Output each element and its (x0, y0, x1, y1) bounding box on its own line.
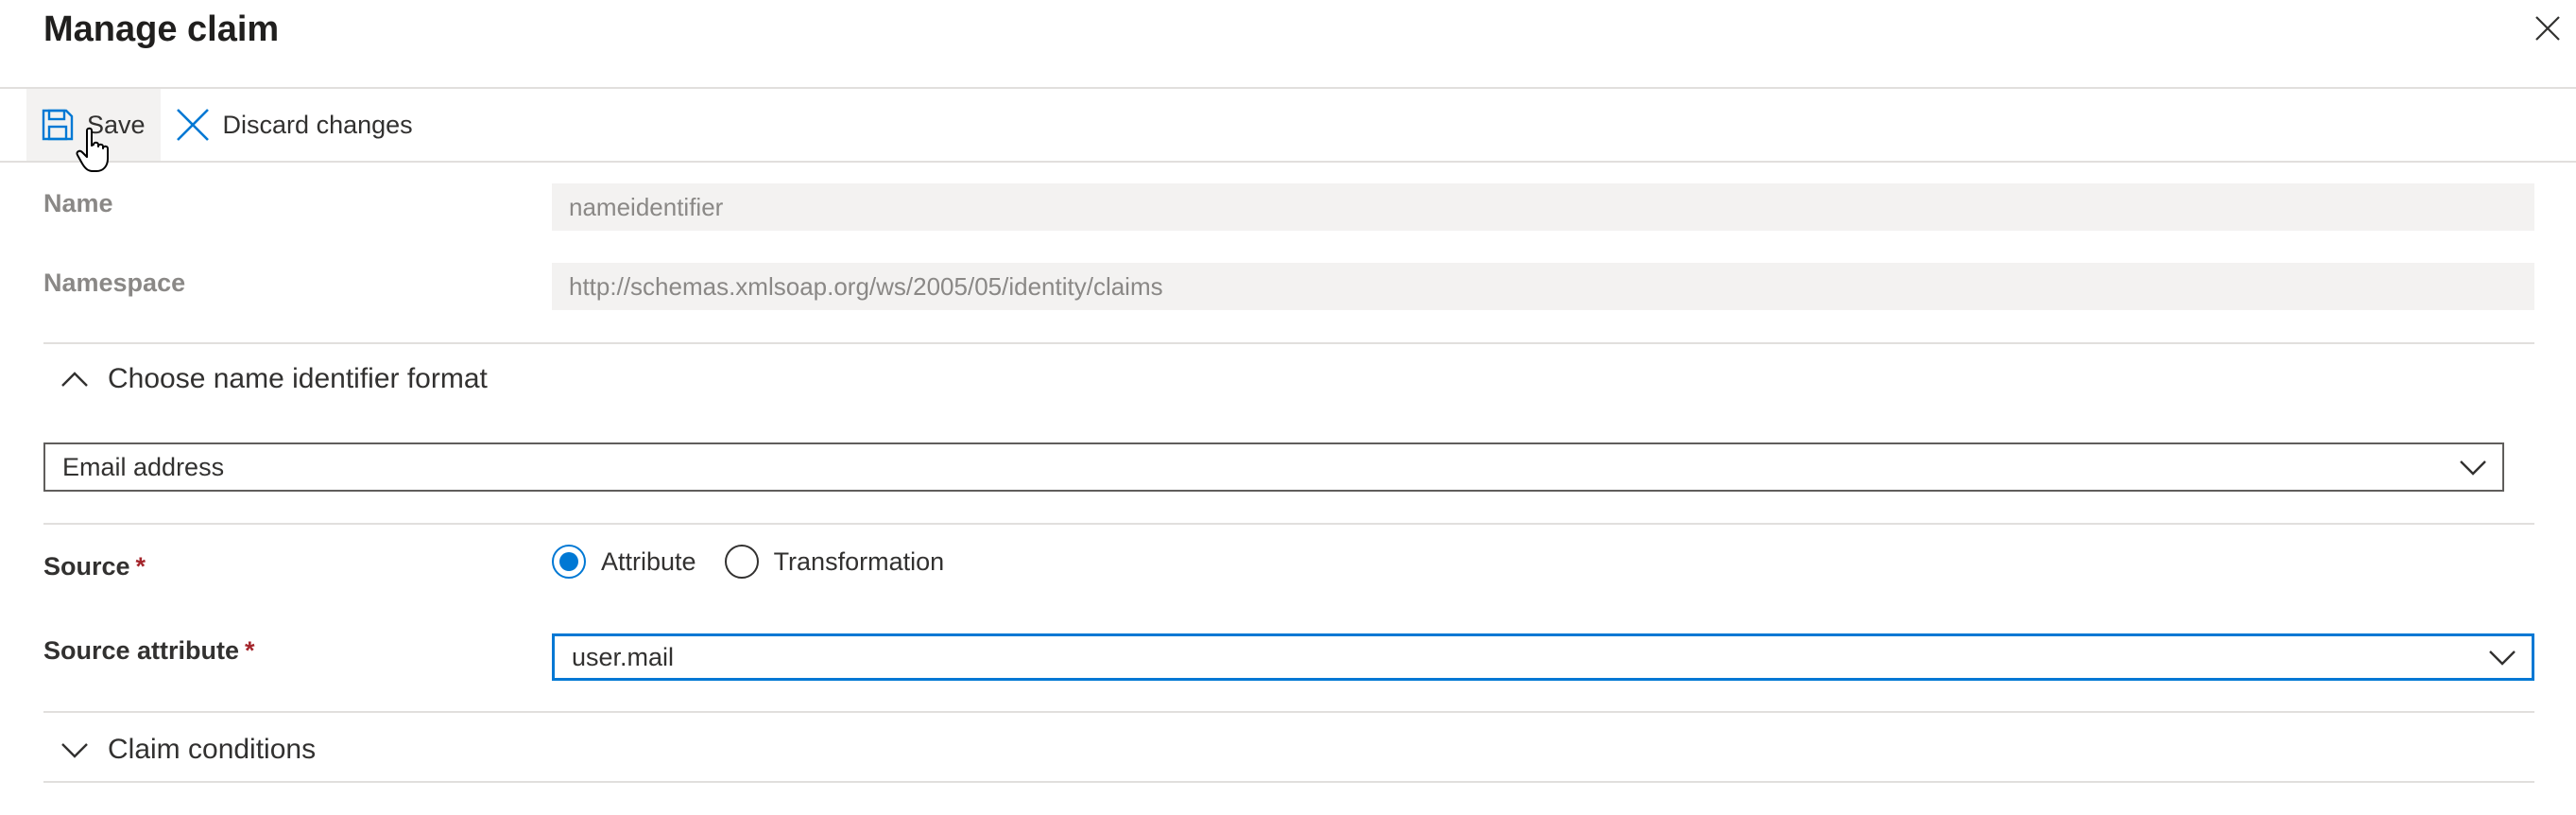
required-marker: * (135, 552, 146, 581)
source-radio-group: Attribute Transformation (552, 545, 972, 579)
source-radio-attribute[interactable]: Attribute (552, 545, 696, 579)
chevron-up-icon (61, 372, 88, 387)
chevron-down-icon (2489, 650, 2516, 666)
close-icon (2535, 16, 2560, 41)
section-divider-3 (43, 711, 2534, 713)
name-field: nameidentifier (552, 183, 2534, 231)
source-label: Source * (43, 552, 146, 581)
identifier-format-toggle[interactable]: Choose name identifier format (60, 363, 488, 395)
source-attribute-dropdown[interactable]: user.mail (552, 633, 2534, 681)
section-divider-2 (43, 523, 2534, 525)
chevron-down-icon (61, 743, 88, 758)
save-icon (42, 109, 74, 141)
discard-icon (176, 109, 209, 141)
discard-changes-button[interactable]: Discard changes (161, 89, 428, 161)
section-divider-1 (43, 342, 2534, 344)
required-marker: * (245, 636, 255, 665)
chevron-down-icon (2460, 460, 2486, 476)
source-radio-transformation[interactable]: Transformation (724, 545, 945, 579)
radio-checked (552, 545, 586, 579)
source-attribute-value: user.mail (572, 642, 675, 671)
claim-conditions-toggle[interactable]: Claim conditions (60, 734, 316, 766)
section-divider-4 (43, 781, 2534, 783)
hand-cursor-icon (76, 127, 109, 172)
identifier-format-dropdown[interactable]: Email address (43, 442, 2504, 492)
namespace-field: http://schemas.xmlsoap.org/ws/2005/05/id… (552, 263, 2534, 310)
namespace-label: Namespace (43, 269, 186, 297)
discard-label: Discard changes (222, 110, 413, 139)
close-button[interactable] (2529, 9, 2567, 47)
name-label: Name (43, 189, 113, 217)
toolbar-divider (0, 161, 2576, 163)
identifier-format-value: Email address (62, 452, 225, 481)
identifier-format-section-label: Choose name identifier format (108, 363, 488, 394)
page-title: Manage claim (43, 9, 280, 49)
claim-conditions-label: Claim conditions (108, 734, 317, 765)
radio-label-attribute: Attribute (601, 546, 696, 576)
source-attribute-label: Source attribute * (43, 636, 255, 665)
radio-unchecked (724, 545, 759, 579)
radio-label-transformation: Transformation (773, 546, 945, 576)
manage-claim-panel: Manage claim Save Discard changes Name n… (0, 0, 2576, 815)
